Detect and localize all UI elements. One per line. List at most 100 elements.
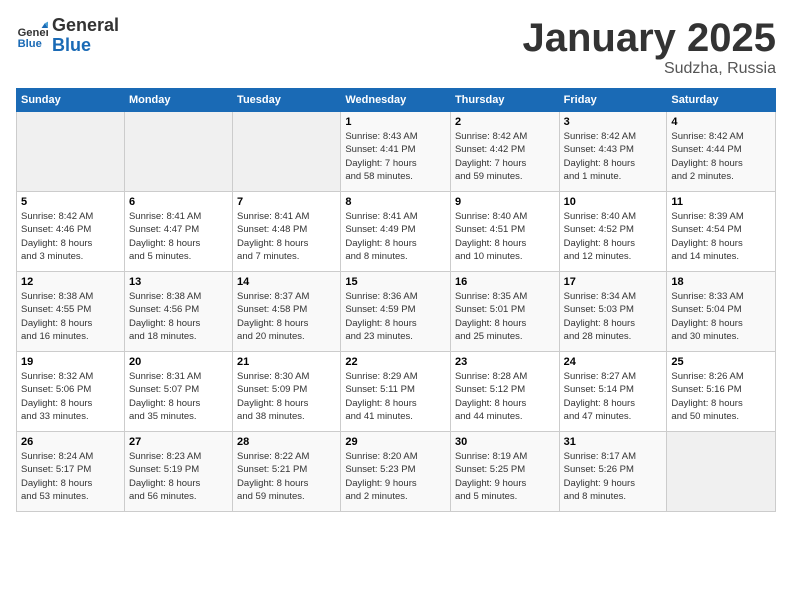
- day-number: 1: [345, 116, 446, 128]
- day-info: Sunrise: 8:36 AM Sunset: 4:59 PM Dayligh…: [345, 290, 446, 343]
- weekday-header: Monday: [124, 89, 232, 112]
- location-subtitle: Sudzha, Russia: [522, 60, 776, 78]
- calendar-cell: 23Sunrise: 8:28 AM Sunset: 5:12 PM Dayli…: [450, 352, 559, 432]
- weekday-header: Tuesday: [233, 89, 341, 112]
- calendar-cell: 12 Sunrise: 8:38 AM Sunset: 4:55 PM Dayli…: [17, 272, 125, 352]
- day-number: 28: [237, 436, 336, 448]
- logo-blue-text: Blue: [52, 36, 119, 56]
- calendar-cell: 31Sunrise: 8:17 AM Sunset: 5:26 PM Dayli…: [559, 432, 667, 512]
- day-info: Sunrise: 8:24 AM Sunset: 5:17 PM Dayligh…: [21, 450, 120, 503]
- day-number: 16: [455, 276, 555, 288]
- day-number: 8: [345, 196, 446, 208]
- day-number: 7: [237, 196, 336, 208]
- calendar-week-row: 12 Sunrise: 8:38 AM Sunset: 4:55 PM Dayli…: [17, 272, 776, 352]
- day-info: Sunrise: 8:38 AM Sunset: 4:56 PM Dayligh…: [129, 290, 228, 343]
- day-number: 24: [564, 356, 663, 368]
- logo: General Blue General Blue: [16, 16, 119, 56]
- day-number: 13: [129, 276, 228, 288]
- calendar-cell: 20 Sunrise: 8:31 AM Sunset: 5:07 PM Dayli…: [124, 352, 232, 432]
- calendar-table: SundayMondayTuesdayWednesdayThursdayFrid…: [16, 88, 776, 512]
- day-info: Sunrise: 8:17 AM Sunset: 5:26 PM Dayligh…: [564, 450, 663, 503]
- day-number: 4: [671, 116, 771, 128]
- calendar-cell: 28 Sunrise: 8:22 AM Sunset: 5:21 PM Dayli…: [233, 432, 341, 512]
- day-info: Sunrise: 8:42 AM Sunset: 4:44 PM Dayligh…: [671, 130, 771, 183]
- calendar-cell: 7Sunrise: 8:41 AM Sunset: 4:48 PM Daylig…: [233, 192, 341, 272]
- calendar-cell: 26 Sunrise: 8:24 AM Sunset: 5:17 PM Dayli…: [17, 432, 125, 512]
- day-info: Sunrise: 8:19 AM Sunset: 5:25 PM Dayligh…: [455, 450, 555, 503]
- calendar-cell: 14 Sunrise: 8:37 AM Sunset: 4:58 PM Dayli…: [233, 272, 341, 352]
- calendar-cell: 24 Sunrise: 8:27 AM Sunset: 5:14 PM Dayli…: [559, 352, 667, 432]
- logo-general-text: General: [52, 16, 119, 36]
- weekday-header: Saturday: [667, 89, 776, 112]
- day-number: 14: [237, 276, 336, 288]
- weekday-header: Sunday: [17, 89, 125, 112]
- svg-text:General: General: [18, 27, 48, 39]
- calendar-cell: 21Sunrise: 8:30 AM Sunset: 5:09 PM Dayli…: [233, 352, 341, 432]
- day-info: Sunrise: 8:40 AM Sunset: 4:51 PM Dayligh…: [455, 210, 555, 263]
- day-number: 3: [564, 116, 663, 128]
- day-number: 6: [129, 196, 228, 208]
- calendar-cell: 2Sunrise: 8:42 AM Sunset: 4:42 PM Daylig…: [450, 112, 559, 192]
- day-number: 12: [21, 276, 120, 288]
- day-info: Sunrise: 8:40 AM Sunset: 4:52 PM Dayligh…: [564, 210, 663, 263]
- calendar-week-row: 26 Sunrise: 8:24 AM Sunset: 5:17 PM Dayli…: [17, 432, 776, 512]
- calendar-week-row: 1Sunrise: 8:43 AM Sunset: 4:41 PM Daylig…: [17, 112, 776, 192]
- title-block: January 2025 Sudzha, Russia: [522, 16, 776, 78]
- calendar-cell: 6 Sunrise: 8:41 AM Sunset: 4:47 PM Daylig…: [124, 192, 232, 272]
- month-title: January 2025: [522, 16, 776, 60]
- day-info: Sunrise: 8:27 AM Sunset: 5:14 PM Dayligh…: [564, 370, 663, 423]
- calendar-cell: 5Sunrise: 8:42 AM Sunset: 4:46 PM Daylig…: [17, 192, 125, 272]
- day-number: 18: [671, 276, 771, 288]
- day-info: Sunrise: 8:41 AM Sunset: 4:47 PM Dayligh…: [129, 210, 228, 263]
- day-number: 27: [129, 436, 228, 448]
- day-number: 9: [455, 196, 555, 208]
- day-info: Sunrise: 8:37 AM Sunset: 4:58 PM Dayligh…: [237, 290, 336, 343]
- calendar-cell: 3 Sunrise: 8:42 AM Sunset: 4:43 PM Daylig…: [559, 112, 667, 192]
- header: General Blue General Blue January 2025 S…: [16, 16, 776, 78]
- day-number: 11: [671, 196, 771, 208]
- day-number: 19: [21, 356, 120, 368]
- day-number: 17: [564, 276, 663, 288]
- calendar-cell: 4 Sunrise: 8:42 AM Sunset: 4:44 PM Daylig…: [667, 112, 776, 192]
- calendar-cell: 13 Sunrise: 8:38 AM Sunset: 4:56 PM Dayli…: [124, 272, 232, 352]
- calendar-week-row: 5Sunrise: 8:42 AM Sunset: 4:46 PM Daylig…: [17, 192, 776, 272]
- day-info: Sunrise: 8:33 AM Sunset: 5:04 PM Dayligh…: [671, 290, 771, 343]
- day-info: Sunrise: 8:42 AM Sunset: 4:42 PM Dayligh…: [455, 130, 555, 183]
- day-number: 30: [455, 436, 555, 448]
- calendar-cell: 10 Sunrise: 8:40 AM Sunset: 4:52 PM Dayli…: [559, 192, 667, 272]
- day-info: Sunrise: 8:38 AM Sunset: 4:55 PM Dayligh…: [21, 290, 120, 343]
- calendar-body: 1Sunrise: 8:43 AM Sunset: 4:41 PM Daylig…: [17, 112, 776, 512]
- day-info: Sunrise: 8:31 AM Sunset: 5:07 PM Dayligh…: [129, 370, 228, 423]
- calendar-cell: 18 Sunrise: 8:33 AM Sunset: 5:04 PM Dayli…: [667, 272, 776, 352]
- day-info: Sunrise: 8:32 AM Sunset: 5:06 PM Dayligh…: [21, 370, 120, 423]
- logo-text: General Blue: [52, 16, 119, 56]
- calendar-cell: 15Sunrise: 8:36 AM Sunset: 4:59 PM Dayli…: [341, 272, 451, 352]
- calendar-cell: [17, 112, 125, 192]
- calendar-cell: 8 Sunrise: 8:41 AM Sunset: 4:49 PM Daylig…: [341, 192, 451, 272]
- day-number: 10: [564, 196, 663, 208]
- day-info: Sunrise: 8:20 AM Sunset: 5:23 PM Dayligh…: [345, 450, 446, 503]
- day-number: 5: [21, 196, 120, 208]
- day-number: 21: [237, 356, 336, 368]
- day-info: Sunrise: 8:23 AM Sunset: 5:19 PM Dayligh…: [129, 450, 228, 503]
- day-info: Sunrise: 8:22 AM Sunset: 5:21 PM Dayligh…: [237, 450, 336, 503]
- logo-icon: General Blue: [16, 20, 48, 52]
- calendar-cell: 22Sunrise: 8:29 AM Sunset: 5:11 PM Dayli…: [341, 352, 451, 432]
- calendar-week-row: 19 Sunrise: 8:32 AM Sunset: 5:06 PM Dayli…: [17, 352, 776, 432]
- day-info: Sunrise: 8:26 AM Sunset: 5:16 PM Dayligh…: [671, 370, 771, 423]
- calendar-cell: [667, 432, 776, 512]
- calendar-header: SundayMondayTuesdayWednesdayThursdayFrid…: [17, 89, 776, 112]
- day-number: 26: [21, 436, 120, 448]
- day-info: Sunrise: 8:41 AM Sunset: 4:49 PM Dayligh…: [345, 210, 446, 263]
- calendar-cell: [124, 112, 232, 192]
- day-info: Sunrise: 8:42 AM Sunset: 4:43 PM Dayligh…: [564, 130, 663, 183]
- day-number: 20: [129, 356, 228, 368]
- day-number: 29: [345, 436, 446, 448]
- day-info: Sunrise: 8:35 AM Sunset: 5:01 PM Dayligh…: [455, 290, 555, 343]
- calendar-cell: 17 Sunrise: 8:34 AM Sunset: 5:03 PM Dayli…: [559, 272, 667, 352]
- day-info: Sunrise: 8:34 AM Sunset: 5:03 PM Dayligh…: [564, 290, 663, 343]
- calendar-cell: 11Sunrise: 8:39 AM Sunset: 4:54 PM Dayli…: [667, 192, 776, 272]
- weekday-header: Friday: [559, 89, 667, 112]
- day-number: 22: [345, 356, 446, 368]
- calendar-cell: 19 Sunrise: 8:32 AM Sunset: 5:06 PM Dayli…: [17, 352, 125, 432]
